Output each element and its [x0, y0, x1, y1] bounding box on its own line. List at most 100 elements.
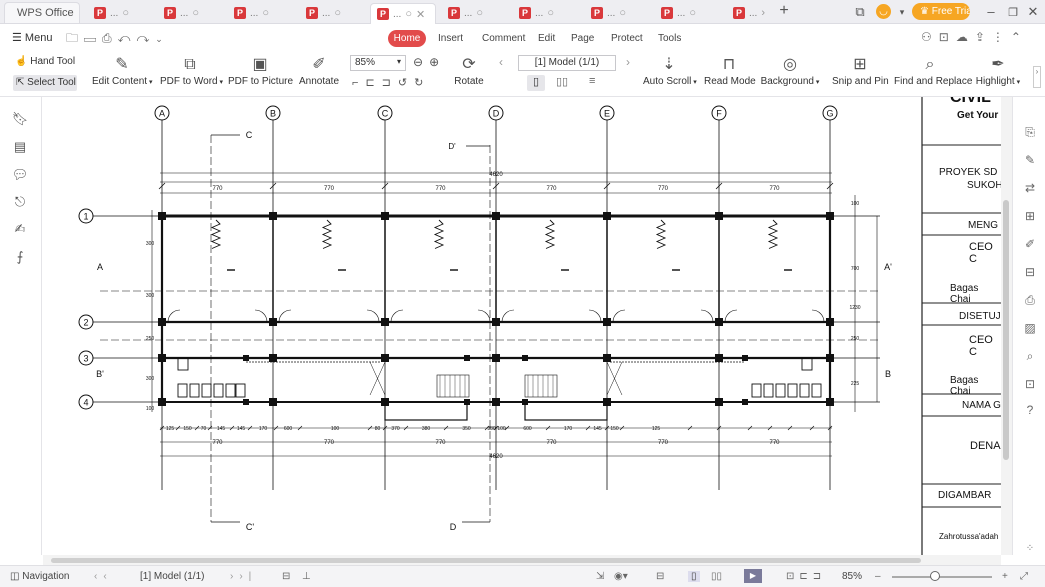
dropdown-icon[interactable]: ▾: [893, 7, 911, 18]
export-status-icon[interactable]: ⇲: [596, 571, 604, 582]
background-button[interactable]: ◎ Background ▾: [760, 56, 820, 87]
undo-icon[interactable]: ↶: [118, 31, 137, 45]
rotate-left-icon[interactable]: ↺: [398, 77, 414, 89]
single-page-status-icon[interactable]: ▯: [688, 571, 700, 582]
zoom-select[interactable]: 85% ▾: [350, 55, 406, 71]
navigation-button[interactable]: ◫ Navigation: [10, 571, 70, 582]
zoom-out-icon[interactable]: ⊖: [413, 55, 429, 69]
first-page-icon[interactable]: ‹: [94, 571, 103, 582]
prev-page-status-icon[interactable]: ‹: [103, 571, 112, 582]
tab-comment[interactable]: Comment: [482, 33, 525, 44]
minimize-icon[interactable]: –: [982, 4, 1000, 19]
continuous-icon[interactable]: ≡: [589, 75, 595, 87]
horizontal-scrollbar[interactable]: [43, 555, 1001, 565]
split-icon[interactable]: ⊞: [1022, 209, 1038, 223]
print-icon[interactable]: ⎙: [1022, 293, 1038, 308]
new-tab-icon[interactable]: +: [775, 2, 793, 20]
form-field-icon[interactable]: ⨍: [11, 249, 29, 265]
single-page-icon[interactable]: ▯: [527, 75, 545, 91]
convert-icon[interactable]: ⇄: [1022, 181, 1038, 195]
collapse-ribbon-icon[interactable]: ⌃: [1011, 30, 1028, 44]
tab-home[interactable]: Home: [388, 30, 426, 47]
play-icon[interactable]: ▶: [744, 569, 762, 583]
fit-width-status-icon[interactable]: ⊏: [799, 571, 812, 582]
fit-page-status-icon[interactable]: ⊡: [786, 571, 799, 582]
lock-icon[interactable]: ⊡: [939, 30, 956, 44]
edit-pdf-icon[interactable]: ✎: [1022, 153, 1038, 167]
picture-icon[interactable]: ▨: [1022, 321, 1038, 335]
translate-icon[interactable]: ✐: [1022, 237, 1038, 251]
document-tab[interactable]: P... ○: [585, 3, 626, 23]
annotate-button[interactable]: ✐ Annotate: [297, 56, 341, 87]
document-tab[interactable]: P... ○: [655, 3, 696, 23]
fit-width-icon[interactable]: ⌐: [352, 77, 365, 89]
auto-scroll-button[interactable]: ⇣ Auto Scroll ▾: [643, 56, 697, 87]
tab-insert[interactable]: Insert: [438, 33, 463, 44]
open-folder-icon[interactable]: 🗀: [66, 31, 84, 45]
tab-edit[interactable]: Edit: [538, 33, 555, 44]
redo-icon[interactable]: ↷: [136, 31, 155, 45]
save-icon[interactable]: ▭: [84, 31, 102, 45]
snip-and-pin-button[interactable]: ⊞ Snip and Pin: [832, 56, 889, 87]
share-icon[interactable]: ⇪: [975, 30, 992, 44]
page-mode-icon[interactable]: ⊟: [656, 571, 664, 582]
thumbnail-icon[interactable]: ▤: [11, 139, 29, 155]
prev-page-icon[interactable]: ‹: [499, 55, 503, 69]
rotate-right-icon[interactable]: ↻: [414, 77, 430, 89]
pdf-to-picture-button[interactable]: ▣ PDF to Picture: [228, 56, 293, 87]
document-tab[interactable]: P... ○: [158, 3, 199, 23]
free-trial-button[interactable]: ♛ Free Trial: [912, 3, 970, 20]
share-user-icon[interactable]: ⚇: [921, 30, 939, 44]
menu-button[interactable]: ☰ Menu: [12, 31, 52, 44]
document-tab[interactable]: P... ○: [513, 3, 554, 23]
document-tab[interactable]: P... ›: [727, 3, 765, 23]
more-icon[interactable]: ⌄: [155, 34, 169, 44]
rotate-button[interactable]: ⟳ Rotate: [452, 56, 486, 87]
hscroll-thumb[interactable]: [51, 558, 921, 563]
actual-size-status-icon[interactable]: ⊐: [813, 571, 826, 582]
find-and-replace-button[interactable]: ⌕ Find and Replace: [894, 56, 972, 87]
attachment-icon[interactable]: ⎋: [11, 194, 29, 210]
select-tool-button[interactable]: ⇱ Select Tool: [13, 75, 77, 91]
document-tab[interactable]: P... ○: [228, 3, 269, 23]
cloud-sync-icon[interactable]: ☁: [956, 30, 975, 44]
tab-tools[interactable]: Tools: [658, 33, 681, 44]
zoom-slider-handle[interactable]: [930, 571, 940, 581]
double-page-icon[interactable]: ▯▯: [556, 75, 568, 88]
zoom-out-status-icon[interactable]: –: [875, 571, 881, 582]
find-icon[interactable]: ⌕: [1022, 349, 1038, 364]
comment-icon[interactable]: 💬︎: [11, 167, 29, 183]
print-icon[interactable]: ⎙: [102, 31, 118, 45]
avatar[interactable]: ◡: [876, 4, 891, 19]
document-tab[interactable]: P... ○: [300, 3, 341, 23]
document-tab[interactable]: P... ○: [442, 3, 483, 23]
close-window-icon[interactable]: ✕: [1024, 4, 1042, 20]
more-options-icon[interactable]: ⋮: [992, 30, 1011, 44]
close-tab-icon[interactable]: ✕: [416, 8, 425, 21]
document-tab[interactable]: P... ○: [88, 3, 129, 23]
next-page-icon[interactable]: ›: [626, 55, 630, 69]
scrollbar-thumb[interactable]: [1003, 200, 1009, 460]
export-pdf-icon[interactable]: ⎘: [1022, 125, 1038, 140]
bookmark-icon[interactable]: 🔖︎: [11, 111, 29, 127]
status-zoom-value[interactable]: 85%: [842, 571, 862, 582]
status-page-indicator[interactable]: [1] Model (1/1): [140, 571, 204, 582]
help-icon[interactable]: ?: [1022, 403, 1038, 417]
ocr-icon[interactable]: ⊡: [1022, 377, 1038, 391]
zoom-in-icon[interactable]: ⊕: [429, 55, 445, 69]
edit-content-button[interactable]: ✎ Edit Content ▾: [92, 56, 153, 87]
read-mode-button[interactable]: ⊓ Read Mode: [704, 56, 756, 87]
page-selector[interactable]: [1] Model (1/1): [518, 55, 616, 71]
last-page-icon[interactable]: ›|: [239, 571, 257, 582]
toolbar-scroll-icon[interactable]: ›: [1033, 66, 1041, 88]
compress-icon[interactable]: ⊟: [1022, 265, 1038, 279]
fullscreen-icon[interactable]: ⊥: [302, 571, 311, 582]
chevron-right-icon[interactable]: ›: [761, 7, 765, 19]
tab-protect[interactable]: Protect: [611, 33, 643, 44]
tab-page[interactable]: Page: [571, 33, 594, 44]
next-page-status-icon[interactable]: ›: [230, 571, 239, 582]
fit-page-icon[interactable]: ⊏: [365, 77, 381, 89]
document-tab-active[interactable]: P... ○ ✕: [370, 3, 436, 24]
eye-status-icon[interactable]: ◉▾: [614, 571, 628, 582]
app-tab[interactable]: WPS Office: [4, 2, 80, 23]
